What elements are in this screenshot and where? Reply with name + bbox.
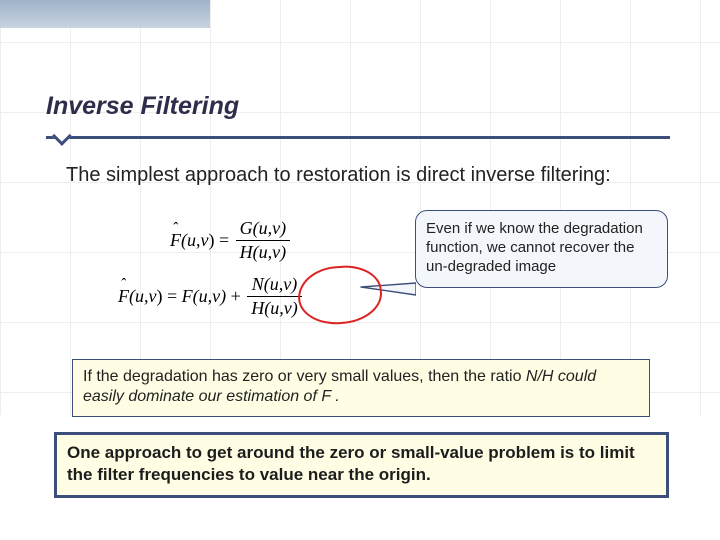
title-divider	[46, 136, 670, 139]
title-accent-bar	[0, 0, 210, 28]
eq2-numerator: N(u,v)	[252, 274, 297, 294]
note2-text: One approach to get around the zero or s…	[57, 435, 666, 495]
note-box-1: If the degradation has zero or very smal…	[72, 359, 650, 417]
intro-text: The simplest approach to restoration is …	[66, 163, 651, 188]
callout-box: Even if we know the degradation function…	[415, 210, 668, 288]
eq1-numerator: G(u,v)	[240, 218, 286, 238]
slide-grid-background	[0, 0, 720, 415]
note1-text-a: If the degradation has zero or very smal…	[83, 368, 526, 385]
equation-1: F(u,v) = G(u,v) H(u,v)	[170, 218, 292, 263]
eq2-mid: F(u,v)	[182, 286, 226, 307]
eq2-denominator: H(u,v)	[251, 298, 297, 318]
equation-2: F(u,v) = F(u,v) + N(u,v) H(u,v)	[118, 274, 304, 319]
slide-title: Inverse Filtering	[46, 92, 239, 121]
eq1-denominator: H(u,v)	[240, 242, 286, 262]
note-box-2: One approach to get around the zero or s…	[54, 432, 669, 498]
